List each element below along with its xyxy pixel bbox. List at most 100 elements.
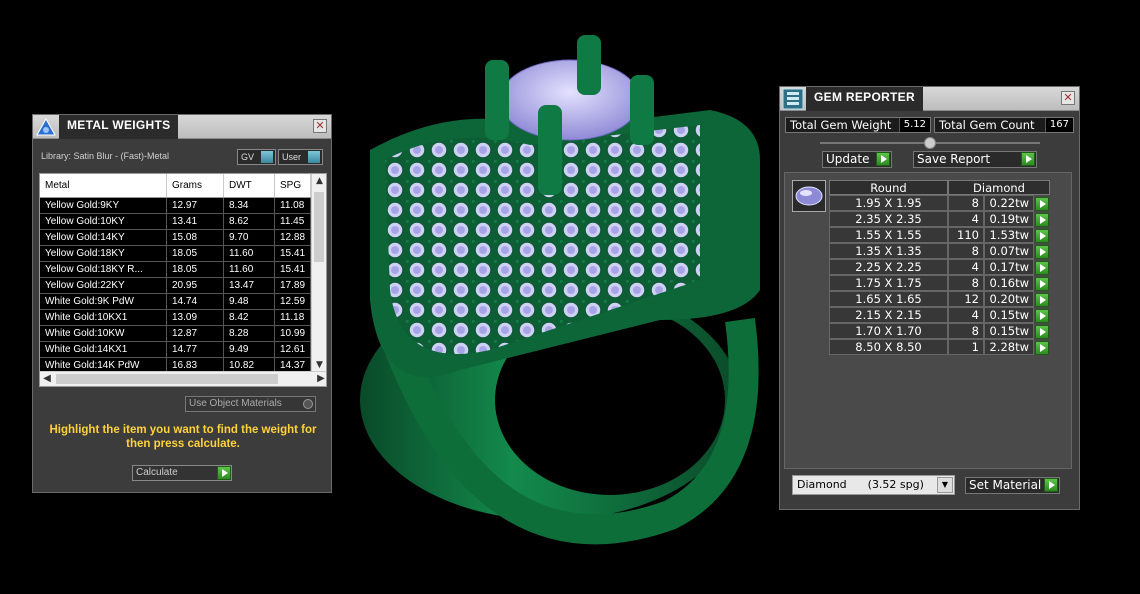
play-icon[interactable] <box>1035 340 1049 355</box>
update-button[interactable]: Update <box>822 151 892 168</box>
column-header[interactable]: Metal <box>40 174 167 197</box>
gem-row[interactable]: 2.15 X 2.15 4 0.15tw <box>829 307 1050 323</box>
gem-row[interactable]: 1.55 X 1.55 110 1.53tw <box>829 227 1050 243</box>
shape-header: Round <box>829 180 948 195</box>
gem-row-action[interactable] <box>1034 243 1050 259</box>
gem-tw: 0.16tw <box>984 275 1034 291</box>
play-icon[interactable] <box>876 152 890 166</box>
close-icon[interactable]: ✕ <box>1061 91 1075 105</box>
radio-icon[interactable] <box>303 399 313 409</box>
gem-count: 1 <box>948 339 984 355</box>
user-selector[interactable]: User <box>278 149 323 165</box>
play-icon[interactable] <box>1035 292 1049 307</box>
scroll-down-icon[interactable]: ▼ <box>312 358 326 372</box>
gem-row[interactable]: 8.50 X 8.50 1 2.28tw <box>829 339 1050 355</box>
gem-row[interactable]: 2.25 X 2.25 4 0.17tw <box>829 259 1050 275</box>
horizontal-scrollbar[interactable]: ◀ ▶ <box>40 371 326 386</box>
panel-slider[interactable] <box>820 137 1040 149</box>
table-row[interactable]: Yellow Gold:10KY 13.41 8.62 11.45 <box>40 214 326 230</box>
gem-tw: 0.20tw <box>984 291 1034 307</box>
gem-reporter-title: GEM REPORTER <box>806 86 923 111</box>
dropdown-icon[interactable] <box>261 151 273 163</box>
gv-selector[interactable]: GV <box>237 149 276 165</box>
metal-weights-table[interactable]: Metal Grams DWT SPG Yellow Gold:9KY 12.97… <box>39 173 327 387</box>
play-icon[interactable] <box>1035 244 1049 259</box>
gem-reporter-panel: GEM REPORTER ✕ Total Gem Weight 5.12 Tot… <box>779 86 1080 510</box>
scroll-right-icon[interactable]: ▶ <box>314 372 326 386</box>
round-gem-icon[interactable] <box>792 180 826 212</box>
gem-report-icon <box>780 87 806 111</box>
gem-count: 8 <box>948 243 984 259</box>
gem-row[interactable]: 1.65 X 1.65 12 0.20tw <box>829 291 1050 307</box>
cell-grams: 18.05 <box>167 246 224 261</box>
play-icon[interactable] <box>1035 196 1049 211</box>
save-report-button[interactable]: Save Report <box>913 151 1037 168</box>
column-header[interactable]: SPG <box>275 174 311 197</box>
play-icon[interactable] <box>1035 276 1049 291</box>
scroll-up-icon[interactable]: ▲ <box>312 174 326 188</box>
column-header[interactable]: DWT <box>224 174 275 197</box>
cell-spg: 17.89 <box>275 278 311 293</box>
table-row[interactable]: Yellow Gold:22KY 20.95 13.47 17.89 <box>40 278 326 294</box>
total-gem-count: Total Gem Count 167 <box>934 117 1074 133</box>
gem-row[interactable]: 2.35 X 2.35 4 0.19tw <box>829 211 1050 227</box>
table-row[interactable]: Yellow Gold:9KY 12.97 8.34 11.08 <box>40 198 326 214</box>
play-icon[interactable] <box>217 466 231 480</box>
cell-dwt: 9.48 <box>224 294 275 309</box>
table-row[interactable]: White Gold:9K PdW 14.74 9.48 12.59 <box>40 294 326 310</box>
library-label: Library: Satin Blur - (Fast)-Metal <box>41 151 170 161</box>
use-object-materials-toggle[interactable]: Use Object Materials <box>185 396 316 412</box>
gem-tw: 0.15tw <box>984 323 1034 339</box>
dropdown-icon[interactable] <box>308 151 320 163</box>
ring-3d-viewport[interactable] <box>340 20 790 590</box>
play-icon[interactable] <box>1035 324 1049 339</box>
chevron-down-icon[interactable]: ▼ <box>937 477 953 493</box>
gem-reporter-titlebar[interactable]: GEM REPORTER ✕ <box>780 86 1079 111</box>
play-icon[interactable] <box>1035 260 1049 275</box>
gem-row-action[interactable] <box>1034 323 1050 339</box>
gem-row-action[interactable] <box>1034 275 1050 291</box>
table-row[interactable]: White Gold:10KX1 13.09 8.42 11.18 <box>40 310 326 326</box>
table-row[interactable]: Yellow Gold:14KY 15.08 9.70 12.88 <box>40 230 326 246</box>
table-row[interactable]: Yellow Gold:18KY R... 18.05 11.60 15.41 <box>40 262 326 278</box>
scroll-thumb[interactable] <box>314 192 324 262</box>
total-gem-weight-value: 5.12 <box>898 118 930 132</box>
play-icon[interactable] <box>1035 228 1049 243</box>
gem-row-action[interactable] <box>1034 307 1050 323</box>
play-icon[interactable] <box>1035 212 1049 227</box>
play-icon[interactable] <box>1035 308 1049 323</box>
play-icon[interactable] <box>1021 152 1035 166</box>
vertical-scrollbar[interactable]: ▲ ▼ <box>311 174 326 372</box>
material-select[interactable]: Diamond (3.52 spg) ▼ <box>792 475 955 495</box>
cell-dwt: 13.47 <box>224 278 275 293</box>
gem-row[interactable]: 1.35 X 1.35 8 0.07tw <box>829 243 1050 259</box>
gem-row[interactable]: 1.75 X 1.75 8 0.16tw <box>829 275 1050 291</box>
table-row[interactable]: Yellow Gold:18KY 18.05 11.60 15.41 <box>40 246 326 262</box>
cell-metal: Yellow Gold:18KY R... <box>40 262 167 277</box>
table-row[interactable]: White Gold:10KW 12.87 8.28 10.99 <box>40 326 326 342</box>
play-icon[interactable] <box>1044 478 1058 492</box>
cell-spg: 12.88 <box>275 230 311 245</box>
gem-tw: 0.17tw <box>984 259 1034 275</box>
gem-row-action[interactable] <box>1034 195 1050 211</box>
gem-row[interactable]: 1.95 X 1.95 8 0.22tw <box>829 195 1050 211</box>
gem-list[interactable]: Round Diamond 1.95 X 1.95 8 0.22tw 2.35 X 2… <box>784 172 1072 469</box>
close-icon[interactable]: ✕ <box>313 119 327 133</box>
table-row[interactable]: White Gold:14KX1 14.77 9.49 12.61 <box>40 342 326 358</box>
gem-row-action[interactable] <box>1034 259 1050 275</box>
cell-grams: 15.08 <box>167 230 224 245</box>
metal-weights-titlebar[interactable]: METAL WEIGHTS ✕ <box>33 114 331 139</box>
calculate-button[interactable]: Calculate <box>132 465 232 481</box>
gem-row-action[interactable] <box>1034 211 1050 227</box>
scroll-thumb[interactable] <box>56 374 278 384</box>
slider-knob[interactable] <box>924 137 936 149</box>
gem-row[interactable]: 1.70 X 1.70 8 0.15tw <box>829 323 1050 339</box>
cell-metal: Yellow Gold:18KY <box>40 246 167 261</box>
gem-row-action[interactable] <box>1034 339 1050 355</box>
gem-row-action[interactable] <box>1034 291 1050 307</box>
gem-size: 1.70 X 1.70 <box>829 323 948 339</box>
set-material-button[interactable]: Set Material <box>965 477 1060 494</box>
column-header[interactable]: Grams <box>167 174 224 197</box>
scroll-left-icon[interactable]: ◀ <box>40 372 54 386</box>
gem-row-action[interactable] <box>1034 227 1050 243</box>
